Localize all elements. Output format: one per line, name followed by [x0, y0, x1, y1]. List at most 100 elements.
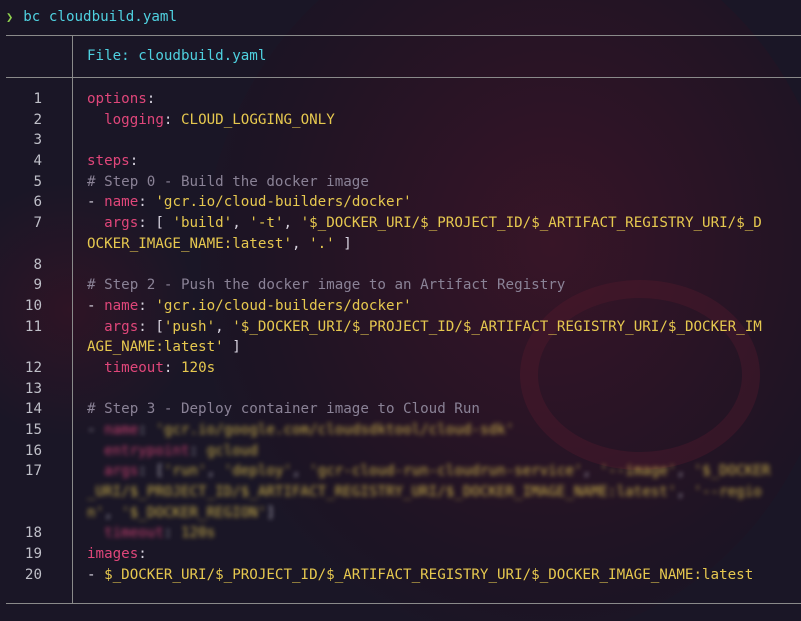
code-line: 12 timeout: 120s — [0, 358, 801, 379]
divider-top — [6, 35, 801, 36]
code-token: '$_DOCKER_URI/$_PROJECT_ID/$_ARTIFACT_RE… — [300, 215, 762, 232]
code-token: _URI/$_PROJECT_ID/$_ARTIFACT_REGISTRY_UR… — [87, 484, 677, 501]
code-line: 2 logging: CLOUD_LOGGING_ONLY — [0, 110, 801, 131]
code-token: 'gcr-cloud-run-cloudrun-service' — [309, 463, 583, 480]
code-text-redacted: timeout: 120s — [87, 523, 215, 544]
code-token: # Step 3 - Deploy container image to Clo… — [87, 401, 480, 418]
code-token: , — [215, 318, 233, 335]
code-token: 'build' — [172, 215, 233, 232]
shell-prompt: ❯ bc cloudbuild.yaml — [6, 7, 177, 27]
code-token: 'gcr.io/cloud-builders/docker' — [155, 194, 412, 211]
code-text: logging: CLOUD_LOGGING_ONLY — [87, 110, 335, 131]
code-text: timeout: 120s — [87, 358, 215, 379]
line-number: 12 — [24, 359, 42, 376]
code-token: , — [582, 463, 600, 480]
code-token: '.' — [309, 235, 335, 252]
code-token: '$_DOCKER_REGION' — [121, 504, 267, 521]
code-view[interactable]: 1 options: 2 logging: CLOUD_LOGGING_ONLY 3 4… — [0, 89, 801, 586]
code-line: 20 - $_DOCKER_URI/$_PROJECT_ID/$_ARTIFACT… — [0, 565, 801, 586]
code-line: 18 timeout: 120s — [0, 523, 801, 544]
code-token: : — [163, 359, 181, 376]
code-text: AGE_NAME:latest' ] — [87, 337, 241, 358]
code-token: , — [292, 235, 310, 252]
code-token: : — [189, 442, 207, 459]
code-token: '--image' — [599, 463, 677, 480]
line-number: 5 — [33, 173, 42, 190]
code-token: : — [146, 91, 156, 107]
code-token: : — [138, 297, 156, 314]
code-line: 16 entrypoint: gcloud — [0, 441, 801, 462]
line-number: 14 — [24, 401, 42, 418]
code-text: args: [ 'build', '-t', '$_DOCKER_URI/$_P… — [87, 213, 762, 234]
code-line: 11 args: ['push', '$_DOCKER_URI/$_PROJEC… — [0, 317, 801, 338]
code-token: name — [104, 297, 139, 314]
code-text-redacted: entrypoint: gcloud — [87, 441, 258, 462]
code-token: , — [104, 504, 122, 521]
code-token: name — [104, 422, 139, 438]
code-token: 'deploy' — [223, 463, 293, 480]
code-text: - name: 'gcr.io/cloud-builders/docker' — [87, 296, 412, 317]
code-line: 4 steps: — [0, 151, 801, 172]
code-line: 1 options: — [0, 89, 801, 110]
code-token: 'push' — [163, 318, 216, 335]
code-text: options: — [87, 89, 155, 110]
code-text-redacted: args: ['run', 'deploy', 'gcr-cloud-run-c… — [87, 461, 770, 482]
code-line: 7 args: [ 'build', '-t', '$_DOCKER_URI/$… — [0, 213, 801, 234]
code-token: timeout — [104, 359, 164, 376]
code-token: 120s — [180, 359, 216, 376]
code-token: options — [87, 91, 147, 107]
code-token: # Step 0 - Build the docker image — [87, 173, 369, 190]
code-token: , — [283, 215, 301, 232]
line-number: 10 — [24, 297, 42, 314]
code-token: , — [206, 463, 224, 480]
code-token: logging — [104, 111, 164, 128]
code-token: : [ — [138, 215, 173, 232]
line-number: 3 — [33, 132, 42, 149]
code-text: # Step 3 - Deploy container image to Clo… — [87, 399, 480, 420]
code-token: n' — [87, 504, 105, 521]
code-token: ] — [223, 339, 241, 356]
code-text: images: — [87, 544, 147, 565]
code-token: args — [104, 215, 139, 232]
code-token: OCKER_IMAGE_NAME:latest' — [87, 235, 292, 252]
code-token: args — [104, 463, 139, 480]
code-token: ] — [334, 235, 352, 252]
line-number: 19 — [24, 546, 42, 563]
code-token: : — [163, 111, 181, 128]
code-token: '-t' — [249, 215, 284, 232]
prompt-command[interactable]: bc cloudbuild.yaml — [23, 9, 177, 25]
code-token: : — [129, 153, 139, 170]
code-line: 15 - name: 'gcr.io/google.com/cloudsdktoo… — [0, 420, 801, 441]
code-line: _URI/$_PROJECT_ID/$_ARTIFACT_REGISTRY_UR… — [0, 482, 801, 503]
code-token: $_DOCKER_URI/$_PROJECT_ID/$_ARTIFACT_REG… — [104, 566, 754, 583]
code-token: : — [163, 525, 181, 542]
line-number: 15 — [24, 422, 42, 438]
divider-header — [6, 77, 801, 78]
line-number: 1 — [33, 91, 42, 107]
code-text-redacted: - name: 'gcr.io/google.com/cloudsdktool/… — [87, 420, 514, 441]
code-token: steps — [87, 153, 130, 170]
code-text: OCKER_IMAGE_NAME:latest', '.' ] — [87, 234, 352, 255]
code-token: '$_DOCKER_URI/$_PROJECT_ID/$_ARTIFACT_RE… — [232, 318, 762, 335]
code-token: - — [87, 566, 105, 583]
code-token: 120s — [180, 525, 216, 542]
code-text: - $_DOCKER_URI/$_PROJECT_ID/$_ARTIFACT_R… — [87, 565, 753, 586]
code-token: - — [87, 297, 105, 314]
code-text: - name: 'gcr.io/cloud-builders/docker' — [87, 192, 412, 213]
code-text: # Step 0 - Build the docker image — [87, 172, 369, 193]
line-number: 9 — [33, 277, 42, 294]
code-token: name — [104, 194, 139, 211]
line-number: 2 — [33, 111, 42, 128]
code-token: '$_DOCKER — [693, 463, 771, 480]
file-header: File: cloudbuild.yaml — [87, 48, 267, 64]
code-token: timeout — [104, 525, 164, 542]
code-text: steps: — [87, 151, 138, 172]
code-line: n', '$_DOCKER_REGION'] — [0, 503, 801, 524]
code-text: args: ['push', '$_DOCKER_URI/$_PROJECT_I… — [87, 317, 762, 338]
line-number: 20 — [24, 566, 42, 583]
code-line: 14 # Step 3 - Deploy container image to C… — [0, 399, 801, 420]
code-token: : — [138, 194, 156, 211]
